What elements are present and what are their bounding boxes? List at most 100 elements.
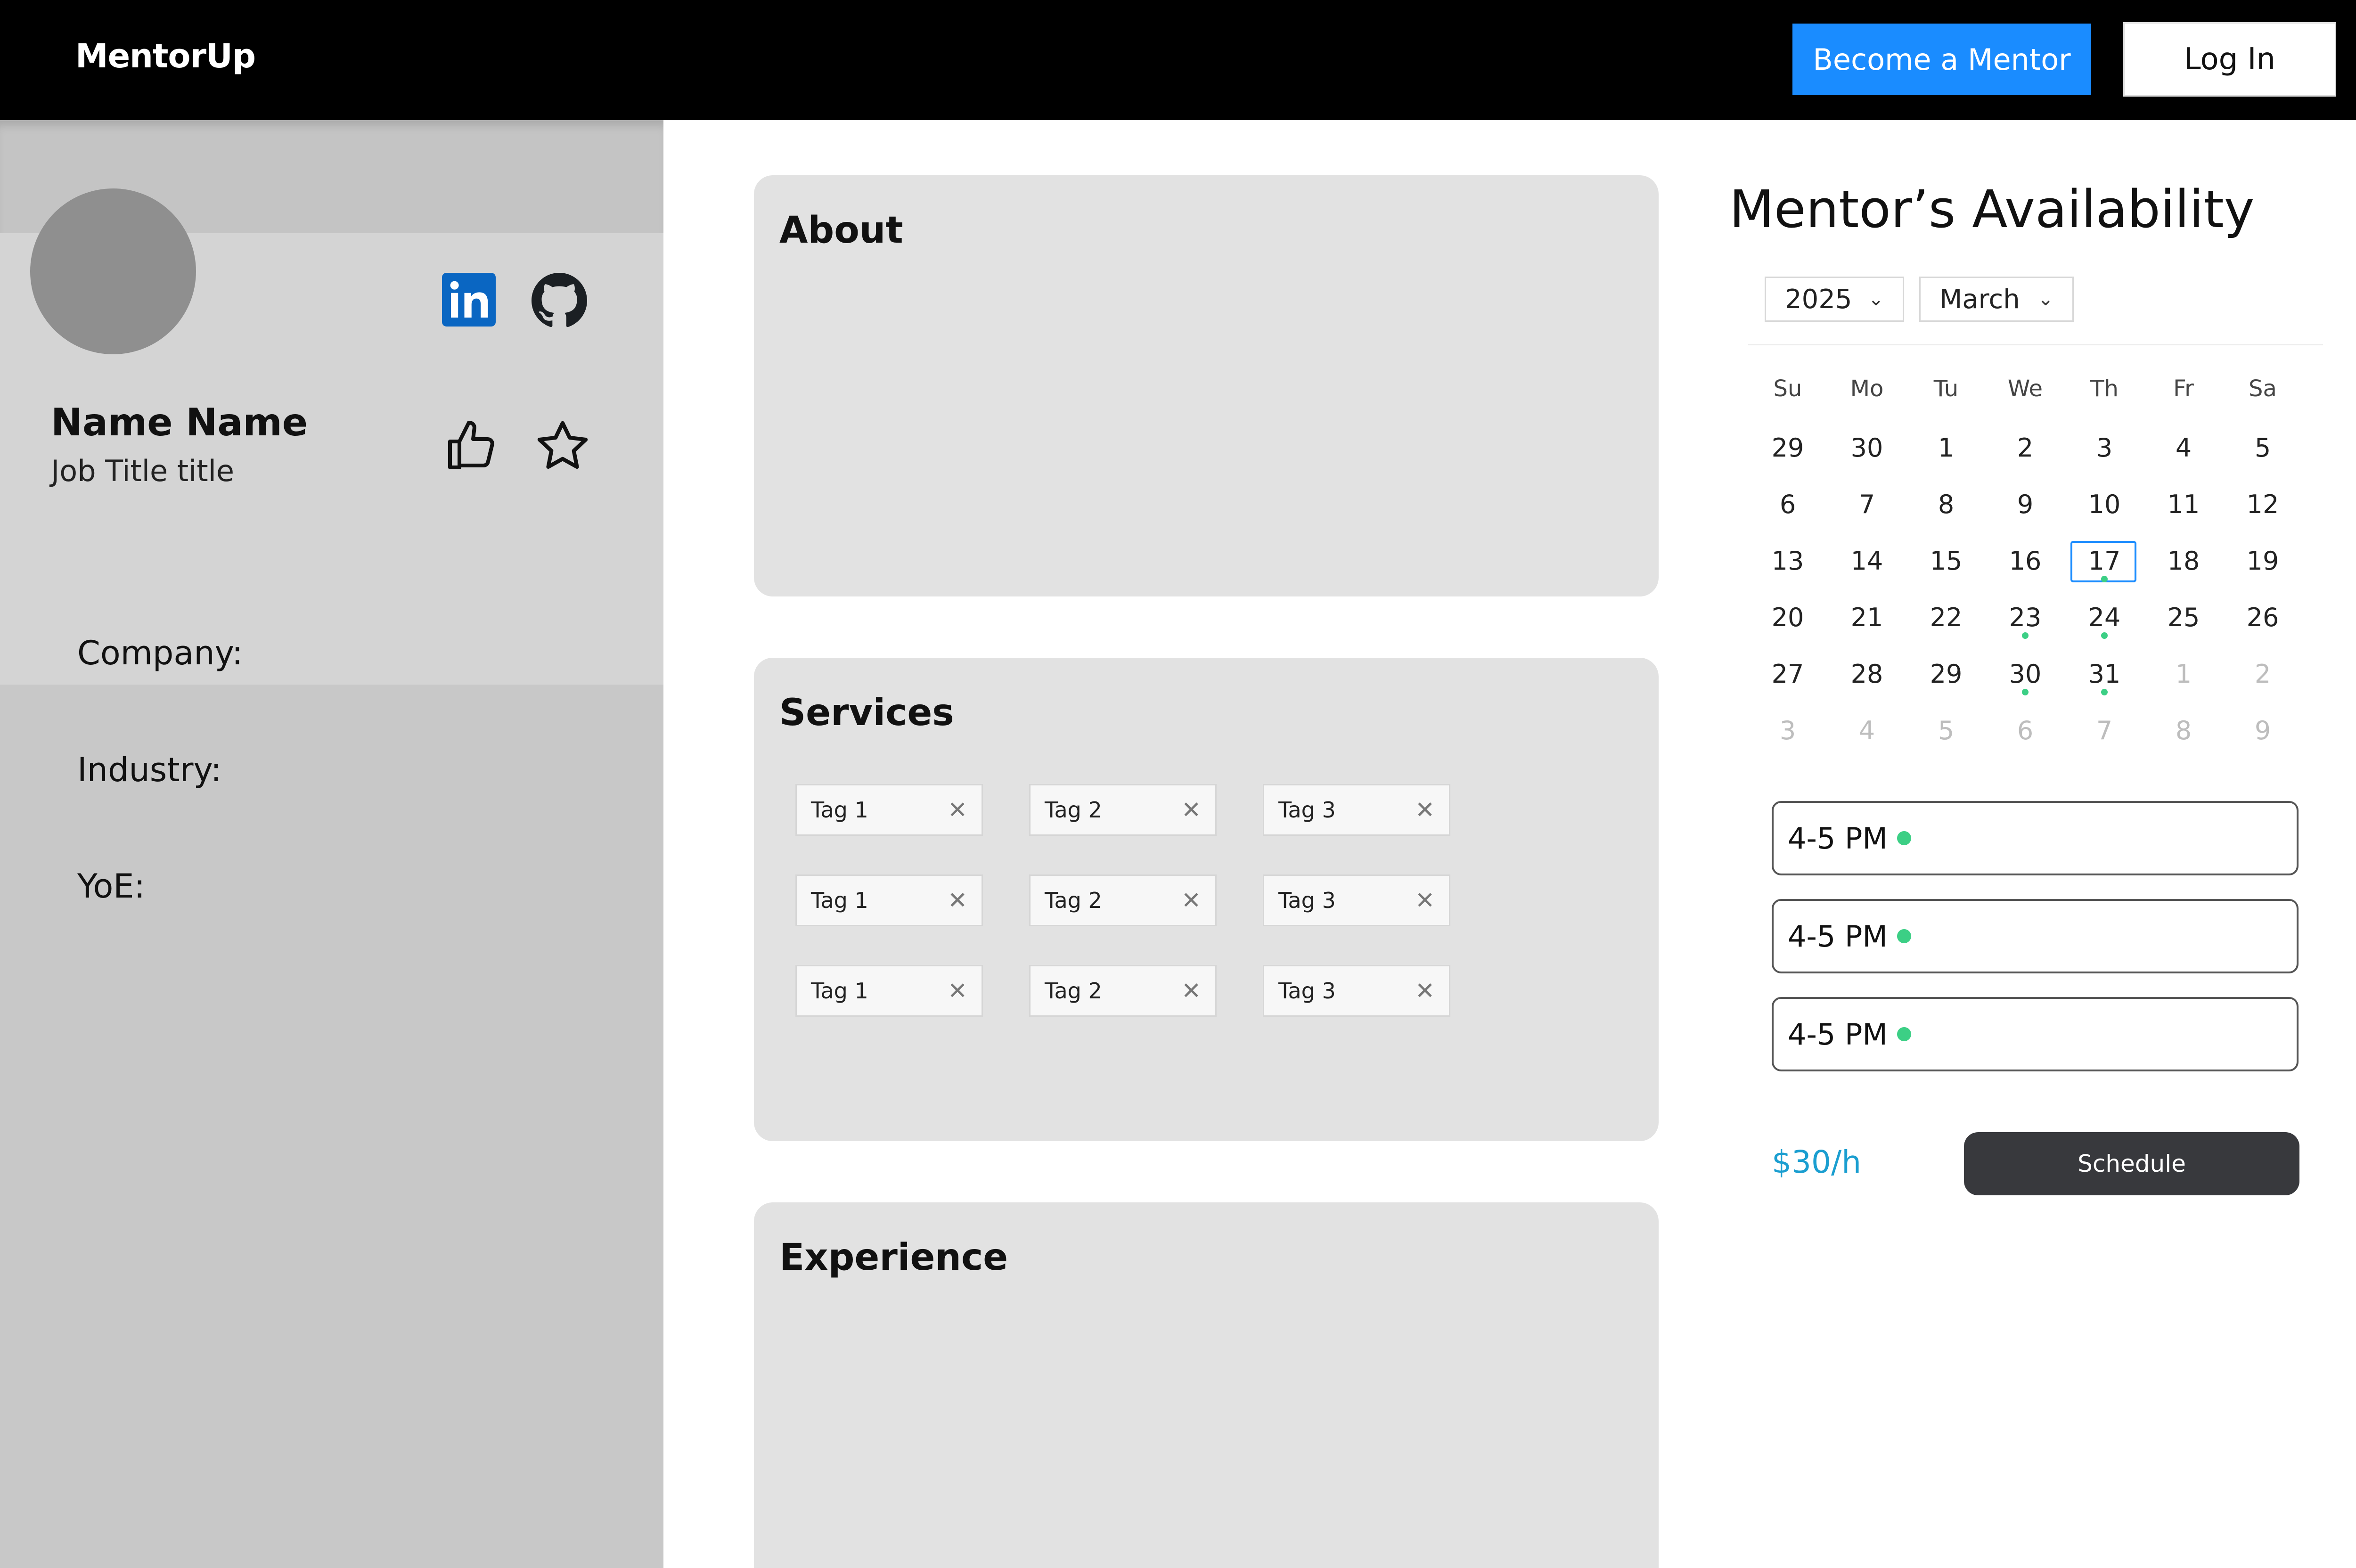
calendar-day[interactable]: 22 (1906, 589, 1986, 645)
calendar-day[interactable]: 3 (2065, 419, 2144, 476)
availability-dot (2022, 689, 2029, 695)
tag-label: Tag 1 (811, 978, 868, 1004)
calendar-week: 29 30 1 2 3 4 5 (1748, 419, 2302, 476)
calendar-day[interactable]: 29 (1748, 419, 1827, 476)
service-tag[interactable]: Tag 2 ✕ (1029, 874, 1217, 926)
close-icon[interactable]: ✕ (1415, 977, 1435, 1004)
calendar-day-outside: 3 (1779, 715, 1796, 745)
calendar-day-available[interactable]: 23 (1986, 589, 2065, 645)
service-tag[interactable]: Tag 2 ✕ (1029, 784, 1217, 836)
availability-dot (2101, 689, 2108, 695)
company-label: Company: (77, 634, 243, 672)
calendar-day-available[interactable]: 30 (1986, 645, 2065, 702)
close-icon[interactable]: ✕ (1181, 796, 1201, 824)
avatar (30, 188, 196, 354)
tag-label: Tag 2 (1045, 978, 1102, 1004)
github-icon[interactable] (532, 273, 587, 328)
calendar-day[interactable]: 27 (1748, 645, 1827, 702)
schedule-button[interactable]: Schedule (1964, 1132, 2299, 1195)
login-button[interactable]: Log In (2123, 22, 2336, 97)
availability-dot (2101, 632, 2108, 639)
close-icon[interactable]: ✕ (1415, 796, 1435, 824)
time-slot[interactable]: 4-5 PM (1772, 899, 2299, 973)
calendar-day-outside: 2 (2254, 659, 2271, 689)
calendar-day[interactable]: 29 (1906, 645, 1986, 702)
weekday-label: Mo (1850, 376, 1884, 402)
calendar-day[interactable]: 13 (1748, 532, 1827, 589)
calendar-day-outside: 5 (1938, 715, 1955, 745)
weekday-label: Th (2090, 376, 2119, 402)
service-tag[interactable]: Tag 3 ✕ (1263, 874, 1450, 926)
calendar-week: 20 21 22 23 24 25 26 (1748, 589, 2302, 645)
time-slot-label: 4-5 PM (1788, 821, 1888, 856)
time-slot[interactable]: 4-5 PM (1772, 801, 2299, 875)
close-icon[interactable]: ✕ (1415, 887, 1435, 914)
calendar-week: 13 14 15 16 17 18 19 (1748, 532, 2302, 589)
service-tag[interactable]: Tag 1 ✕ (795, 784, 983, 836)
calendar-day[interactable]: 14 (1827, 532, 1906, 589)
app-logo[interactable]: MentorUp (75, 37, 256, 75)
calendar-day[interactable]: 12 (2223, 476, 2302, 532)
calendar-day[interactable]: 6 (1748, 476, 1827, 532)
close-icon[interactable]: ✕ (948, 796, 967, 824)
day-number: 24 (2088, 602, 2121, 632)
calendar-day[interactable]: 30 (1827, 419, 1906, 476)
calendar-week: 3 4 5 6 7 8 9 (1748, 702, 2302, 759)
tag-label: Tag 2 (1045, 797, 1102, 823)
year-select[interactable]: 2025 ⌄ (1765, 277, 1904, 322)
service-tag[interactable]: Tag 1 ✕ (795, 874, 983, 926)
calendar-day[interactable]: 1 (1906, 419, 1986, 476)
linkedin-icon[interactable] (442, 273, 496, 327)
calendar-day[interactable]: 8 (1906, 476, 1986, 532)
year-value: 2025 (1785, 284, 1852, 315)
time-slot[interactable]: 4-5 PM (1772, 997, 2299, 1071)
service-tag[interactable]: Tag 3 ✕ (1263, 965, 1450, 1017)
become-mentor-button[interactable]: Become a Mentor (1792, 24, 2091, 95)
calendar-day[interactable]: 11 (2144, 476, 2223, 532)
close-icon[interactable]: ✕ (948, 887, 967, 914)
thumbs-up-icon[interactable] (443, 418, 499, 474)
hourly-price: $30/h (1772, 1144, 1862, 1180)
calendar-day[interactable]: 19 (2223, 532, 2302, 589)
calendar-day-outside: 1 (2175, 659, 2192, 689)
calendar-day[interactable]: 10 (2065, 476, 2144, 532)
calendar-day[interactable]: 2 (1986, 419, 2065, 476)
tag-label: Tag 3 (1278, 797, 1336, 823)
calendar-day-selected[interactable]: 17 (2065, 532, 2144, 589)
mentor-job-title: Job Title title (51, 454, 235, 488)
calendar-day-available[interactable]: 24 (2065, 589, 2144, 645)
calendar-week: 27 28 29 30 31 1 2 (1748, 645, 2302, 702)
star-icon[interactable] (533, 417, 592, 475)
tag-label: Tag 1 (811, 797, 868, 823)
experience-card: Experience (754, 1202, 1659, 1568)
available-dot-icon (1897, 929, 1911, 943)
availability-title: Mentor’s Availability (1729, 179, 2255, 239)
service-tag[interactable]: Tag 2 ✕ (1029, 965, 1217, 1017)
mentor-name: Name Name (51, 400, 308, 444)
time-slot-label: 4-5 PM (1788, 919, 1888, 954)
calendar-day[interactable]: 26 (2223, 589, 2302, 645)
availability-dot (2022, 632, 2029, 639)
close-icon[interactable]: ✕ (948, 977, 967, 1004)
day-number: 30 (2009, 659, 2042, 689)
calendar-day[interactable]: 28 (1827, 645, 1906, 702)
available-dot-icon (1897, 1027, 1911, 1041)
calendar-day[interactable]: 20 (1748, 589, 1827, 645)
services-card: Services Tag 1 ✕ Tag 2 ✕ Tag 3 ✕ Tag 1 ✕ Tag… (754, 658, 1659, 1141)
close-icon[interactable]: ✕ (1181, 887, 1201, 914)
calendar-day[interactable]: 18 (2144, 532, 2223, 589)
calendar-day[interactable]: 7 (1827, 476, 1906, 532)
calendar-day[interactable]: 9 (1986, 476, 2065, 532)
calendar-day-available[interactable]: 31 (2065, 645, 2144, 702)
month-select[interactable]: March ⌄ (1919, 277, 2074, 322)
calendar-day[interactable]: 4 (2144, 419, 2223, 476)
calendar-day[interactable]: 25 (2144, 589, 2223, 645)
calendar-day[interactable]: 16 (1986, 532, 2065, 589)
about-card: About (754, 175, 1659, 596)
calendar-day[interactable]: 5 (2223, 419, 2302, 476)
calendar-day[interactable]: 21 (1827, 589, 1906, 645)
close-icon[interactable]: ✕ (1181, 977, 1201, 1004)
service-tag[interactable]: Tag 1 ✕ (795, 965, 983, 1017)
calendar-day[interactable]: 15 (1906, 532, 1986, 589)
service-tag[interactable]: Tag 3 ✕ (1263, 784, 1450, 836)
